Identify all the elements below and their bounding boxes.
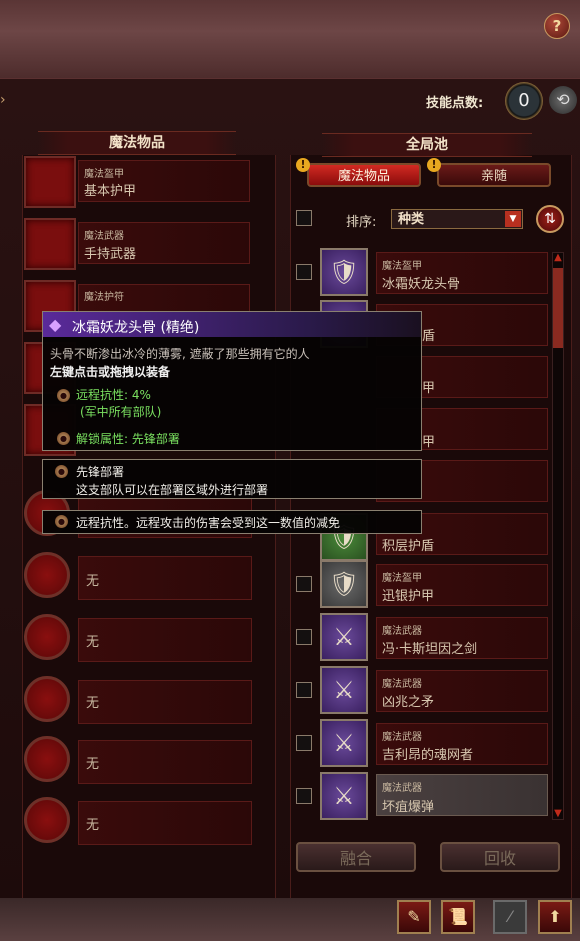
weapon-icon[interactable]: ⚔ bbox=[320, 613, 368, 661]
item-name: 盾 bbox=[422, 329, 436, 344]
follower-slot[interactable] bbox=[24, 797, 70, 843]
item-name: 积层护盾 bbox=[382, 539, 435, 554]
follower-slot-box[interactable] bbox=[78, 680, 252, 724]
tooltip-effect-scope: (军中所有部队) bbox=[80, 405, 162, 419]
item-checkbox[interactable] bbox=[296, 264, 312, 280]
chevron-left-icon[interactable]: › bbox=[0, 92, 6, 108]
sort-label: 排序: bbox=[346, 215, 377, 230]
equip-slot-armor[interactable] bbox=[24, 156, 76, 208]
quill-icon[interactable]: ✎ bbox=[397, 900, 431, 934]
follower-slot-box[interactable] bbox=[78, 556, 252, 600]
recycle-button[interactable]: 回收 bbox=[440, 842, 560, 872]
item-checkbox[interactable] bbox=[296, 682, 312, 698]
skill-points-orb: 0 bbox=[505, 82, 543, 120]
equip-slot-weapon[interactable] bbox=[24, 218, 76, 270]
select-all-checkbox[interactable] bbox=[296, 210, 312, 226]
follower-slot[interactable] bbox=[24, 736, 70, 782]
help-button[interactable]: ? bbox=[544, 13, 570, 39]
tab-followers[interactable]: 亲随 bbox=[437, 163, 551, 187]
item-checkbox[interactable] bbox=[296, 788, 312, 804]
upload-icon[interactable]: ⬆ bbox=[538, 900, 572, 934]
follower-slot-empty: 无 bbox=[86, 574, 100, 589]
ranged-text: 远程抗性。远程攻击的伤害会受到这一数值的减免 bbox=[76, 516, 341, 530]
item-name: 坏疽爆弹 bbox=[382, 800, 435, 815]
follower-slot[interactable] bbox=[24, 614, 70, 660]
item-name: 甲 bbox=[422, 381, 436, 396]
vanguard-text: 这支部队可以在部署区域外进行部署 bbox=[76, 483, 269, 497]
follower-slot-box[interactable] bbox=[78, 618, 252, 662]
gem-icon: ◆ bbox=[49, 315, 62, 334]
vanguard-title: 先锋部署 bbox=[76, 465, 125, 479]
scroll-thumb[interactable] bbox=[553, 268, 563, 348]
item-name: 冯·卡斯坦因之剑 bbox=[382, 642, 478, 657]
follower-slot[interactable] bbox=[24, 676, 70, 722]
weapon-icon[interactable]: ⚔ bbox=[320, 772, 368, 820]
follower-slot[interactable] bbox=[24, 552, 70, 598]
scroll-down-icon[interactable]: ▼ bbox=[552, 808, 564, 820]
item-name: 冰霜妖龙头骨 bbox=[382, 277, 461, 292]
equip-slot-name: 手持武器 bbox=[84, 247, 137, 262]
top-band bbox=[0, 0, 580, 78]
right-column-title: 全局池 bbox=[322, 133, 532, 157]
item-name: 凶兆之矛 bbox=[382, 695, 435, 710]
item-name: 迅银护甲 bbox=[382, 589, 435, 604]
chevron-down-icon[interactable]: ▼ bbox=[505, 211, 521, 227]
tooltip-title: 冰霜妖龙头骨 (精绝) bbox=[72, 320, 200, 336]
follower-slot-empty: 无 bbox=[86, 818, 100, 833]
tooltip-description: 头骨不断渗出冰冷的薄雾, 遮蔽了那些拥有它的人 bbox=[50, 347, 310, 361]
scroll-up-icon[interactable]: ▲ bbox=[552, 252, 564, 264]
item-checkbox[interactable] bbox=[296, 735, 312, 751]
armor-icon[interactable]: 🛡 bbox=[320, 248, 368, 296]
item-checkbox[interactable] bbox=[296, 629, 312, 645]
follower-slot-box[interactable] bbox=[78, 801, 252, 845]
alert-icon: ! bbox=[427, 158, 441, 172]
vanguard-icon: ● bbox=[55, 465, 68, 478]
effect-icon: ● bbox=[57, 389, 70, 402]
tooltip-unlock: 解锁属性: 先锋部署 bbox=[76, 432, 180, 446]
ranged-icon: ● bbox=[55, 515, 68, 528]
follower-slot-box[interactable] bbox=[78, 740, 252, 784]
item-name: 吉利昂的魂网者 bbox=[382, 748, 474, 763]
sort-direction-icon[interactable]: ⇅ bbox=[536, 205, 564, 233]
blade-icon[interactable]: ⁄ bbox=[493, 900, 527, 934]
skill-points-label: 技能点数: bbox=[426, 96, 484, 111]
item-type: 魔法武器 bbox=[382, 783, 422, 794]
reset-icon[interactable]: ⟲ bbox=[549, 86, 577, 114]
follower-slot-empty: 无 bbox=[86, 757, 100, 772]
weapon-icon[interactable]: ⚔ bbox=[320, 666, 368, 714]
equip-slot-type: 魔法盔甲 bbox=[84, 169, 124, 180]
armor-icon[interactable]: 🛡 bbox=[320, 560, 368, 608]
item-type: 魔法武器 bbox=[382, 732, 422, 743]
tooltip-hint: 左键点击或拖拽以装备 bbox=[50, 365, 171, 379]
unlock-icon: ● bbox=[57, 432, 70, 445]
left-column-title: 魔法物品 bbox=[38, 131, 236, 155]
item-name: 甲 bbox=[422, 435, 436, 450]
equip-slot-type: 魔法武器 bbox=[84, 231, 124, 242]
item-type: 魔法武器 bbox=[382, 626, 422, 637]
item-type: 魔法武器 bbox=[382, 679, 422, 690]
weapon-icon[interactable]: ⚔ bbox=[320, 719, 368, 767]
item-type: 魔法盔甲 bbox=[382, 573, 422, 584]
follower-slot-empty: 无 bbox=[86, 635, 100, 650]
merge-button[interactable]: 融合 bbox=[296, 842, 416, 872]
tooltip-effect: 远程抗性: 4% bbox=[76, 388, 151, 402]
item-type: 魔法盔甲 bbox=[382, 261, 422, 272]
equip-slot-type: 魔法护符 bbox=[84, 292, 124, 303]
item-checkbox[interactable] bbox=[296, 576, 312, 592]
sort-dropdown[interactable]: 种类 bbox=[391, 209, 523, 229]
equip-slot-name: 基本护甲 bbox=[84, 184, 137, 199]
scroll-icon[interactable]: 📜 bbox=[441, 900, 475, 934]
tab-magic-items[interactable]: 魔法物品 bbox=[307, 163, 421, 187]
follower-slot-empty: 无 bbox=[86, 696, 100, 711]
alert-icon: ! bbox=[296, 158, 310, 172]
